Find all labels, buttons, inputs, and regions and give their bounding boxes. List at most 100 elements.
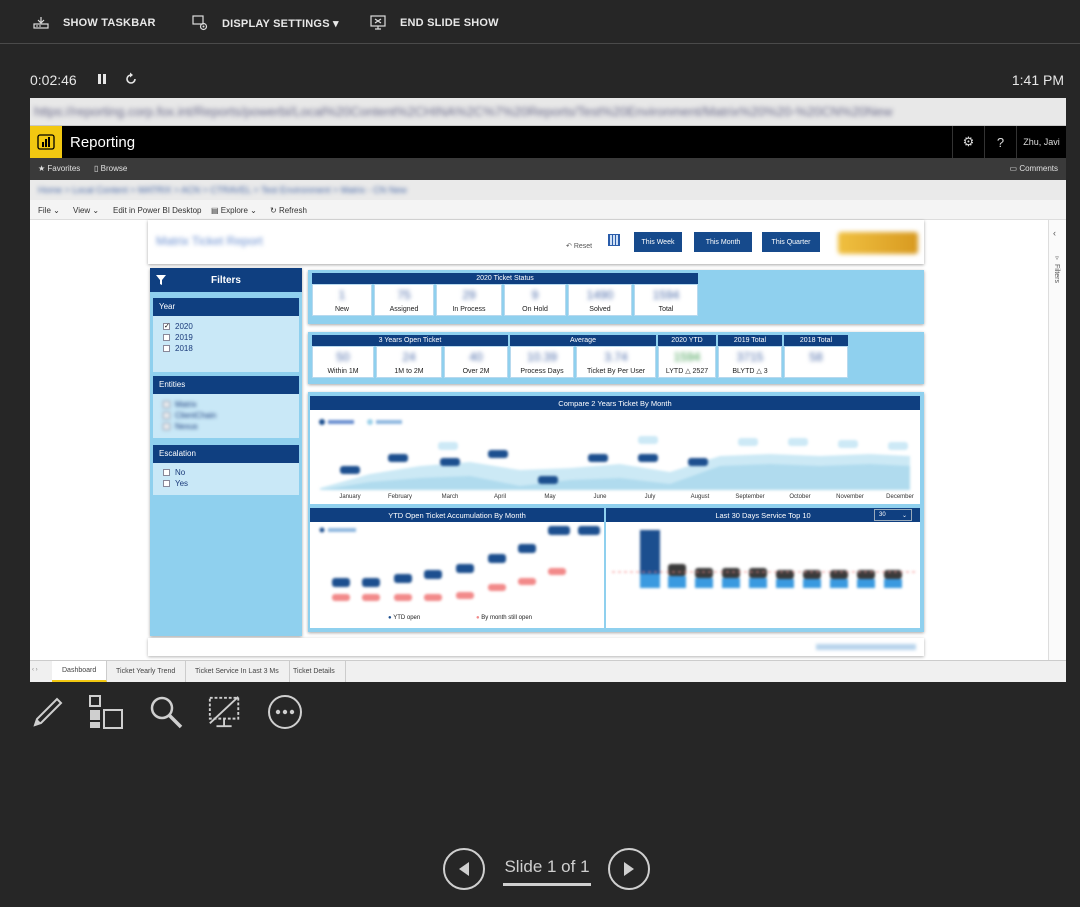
filters-panel: Filters Year ✓ 2020 2019 2018 Entities Ma… xyxy=(150,268,302,636)
elapsed-timer: 0:02:46 xyxy=(30,72,77,88)
year-option-2019[interactable]: 2019 xyxy=(163,333,193,342)
top10-chart xyxy=(606,522,920,628)
escalation-option-yes[interactable]: Yes xyxy=(163,479,188,488)
footer-logo xyxy=(816,644,916,650)
this-month-button[interactable]: This Month xyxy=(694,232,752,252)
kpi-card-process-days: 10.39 Process Days xyxy=(510,346,574,378)
pause-icon xyxy=(98,74,106,84)
black-screen-icon[interactable] xyxy=(207,694,243,730)
year-option-2020[interactable]: ✓ 2020 xyxy=(163,322,193,331)
report-title: Matrix Ticket Report xyxy=(156,234,263,248)
this-week-button[interactable]: This Week xyxy=(634,232,682,252)
comments-button[interactable]: ▭ Comments xyxy=(1010,164,1058,173)
ticket-status-title: 2020 Ticket Status xyxy=(312,273,698,284)
presenter-toolbar: SHOW TASKBAR DISPLAY SETTINGS ▾ END SLID… xyxy=(0,0,1080,44)
breadcrumb: Home > Local Content > MATRIX > ACN > CT… xyxy=(30,180,1066,200)
month-label: April xyxy=(493,494,507,500)
browse-link[interactable]: ▯ Browse xyxy=(94,164,127,173)
entity-option[interactable]: Matrix xyxy=(163,400,197,409)
year-option-2018[interactable]: 2018 xyxy=(163,344,193,353)
month-label: June xyxy=(593,494,607,500)
month-label: December xyxy=(886,494,914,500)
reset-button[interactable]: ↶ Reset xyxy=(566,242,592,250)
taskbar-icon xyxy=(33,17,49,29)
more-options-icon[interactable] xyxy=(267,694,303,730)
compare-chart-svg xyxy=(319,419,910,490)
entities-filter-list: Matrix ClientChain Nexus xyxy=(153,394,299,438)
report-header: Matrix Ticket Report ↶ Reset This Week T… xyxy=(148,220,924,264)
kpi-card-within-1m: 50 Within 1M xyxy=(312,346,374,378)
user-name[interactable]: Zhu, Javi xyxy=(1016,126,1066,158)
slide-counter[interactable]: Slide 1 of 1 xyxy=(503,857,591,886)
arrow-right-icon xyxy=(624,862,634,876)
entity-option[interactable]: ClientChain xyxy=(163,411,216,420)
browser-url-bar: https://reporting.corp.fox.int/Reports/p… xyxy=(30,98,1066,126)
edit-in-desktop-button[interactable]: Edit in Power BI Desktop xyxy=(113,206,201,215)
month-label: August xyxy=(690,494,710,500)
clock: 1:41 PM xyxy=(1011,72,1064,88)
month-label: January xyxy=(339,494,361,500)
funnel-icon xyxy=(156,275,166,285)
restart-timer-button[interactable] xyxy=(124,72,138,91)
calendar-icon[interactable] xyxy=(608,234,620,246)
kpi-card-2019-total: 3715 BLYTD △ 3 xyxy=(718,346,782,378)
escalation-option-no[interactable]: No xyxy=(163,468,185,477)
ytd-open-chart-svg xyxy=(319,526,600,601)
filters-pane-label: ▿ Filters xyxy=(1053,254,1060,284)
powerbi-logo-icon xyxy=(30,126,62,158)
pause-timer-button[interactable] xyxy=(97,72,107,91)
end-slide-show-label: END SLIDE SHOW xyxy=(400,17,499,29)
previous-slide-button[interactable] xyxy=(443,848,485,890)
compare-chart-title: Compare 2 Years Ticket By Month xyxy=(310,396,920,410)
chevron-down-icon: ⌄ xyxy=(901,513,907,519)
escalation-filter-list: No Yes xyxy=(153,463,299,495)
kpi-card-assigned: 75 Assigned xyxy=(374,284,434,316)
legend-still-open: ● By month still open xyxy=(476,615,532,621)
pen-icon[interactable] xyxy=(30,694,66,730)
month-label: October xyxy=(789,494,811,500)
settings-gear-icon[interactable]: ⚙ xyxy=(952,126,984,158)
tab-ticket-service[interactable]: Ticket Service In Last 3 Ms xyxy=(185,661,290,682)
file-menu[interactable]: File ⌄ xyxy=(38,206,60,215)
display-settings-button[interactable]: DISPLAY SETTINGS ▾ xyxy=(192,14,339,32)
show-taskbar-button[interactable]: SHOW TASKBAR xyxy=(33,14,156,32)
top10-chart-title: Last 30 Days Service Top 10 xyxy=(606,508,920,522)
year-filter-title: Year xyxy=(153,298,299,316)
help-icon[interactable]: ? xyxy=(984,126,1016,158)
tab-scroll-arrows[interactable]: ‹ › xyxy=(32,667,38,673)
kpi-card-1m-to-2m: 24 1M to 2M xyxy=(376,346,442,378)
tab-ticket-yearly-trend[interactable]: Ticket Yearly Trend xyxy=(106,661,187,682)
average-title: Average xyxy=(510,335,656,346)
this-quarter-button[interactable]: This Quarter xyxy=(762,232,820,252)
charts-panel: Compare 2 Years Ticket By Month January xyxy=(308,392,924,632)
legend-ytd-open: ● YTD open xyxy=(388,615,421,621)
pbi-header: Reporting ⚙ ? Zhu, Javi xyxy=(30,126,1066,158)
view-menu[interactable]: View ⌄ xyxy=(73,206,99,215)
current-slide: https://reporting.corp.fox.int/Reports/p… xyxy=(30,98,1066,682)
show-taskbar-label: SHOW TASKBAR xyxy=(63,17,156,29)
escalation-filter-title: Escalation xyxy=(153,445,299,463)
filters-pane-collapsed[interactable]: ‹ ▿ Filters xyxy=(1048,220,1066,660)
slide-sorter-icon[interactable] xyxy=(88,694,124,730)
month-label: September xyxy=(735,494,765,500)
days-dropdown[interactable]: 30 ⌄ xyxy=(874,509,912,521)
chevron-left-icon[interactable]: ‹ xyxy=(1053,228,1056,238)
total-2018-title: 2018 Total xyxy=(784,335,848,346)
zoom-icon[interactable] xyxy=(148,694,184,730)
top10-chart-svg xyxy=(612,530,916,588)
end-slide-show-button[interactable]: END SLIDE SHOW xyxy=(370,14,499,32)
compare-chart: January February March April May June Ju… xyxy=(310,410,920,504)
entities-filter-title: Entities xyxy=(153,376,299,394)
end-show-icon xyxy=(370,15,386,30)
tab-dashboard[interactable]: Dashboard xyxy=(52,661,108,682)
favorites-link[interactable]: ★ Favorites xyxy=(38,164,80,173)
company-logo xyxy=(838,232,918,254)
kpi-card-over-2m: 40 Over 2M xyxy=(444,346,508,378)
kpi-card-total: 1594 Total xyxy=(634,284,698,316)
refresh-button[interactable]: ↻ Refresh xyxy=(270,206,307,215)
next-slide-button[interactable] xyxy=(608,848,650,890)
tab-ticket-details[interactable]: Ticket Details xyxy=(283,661,346,682)
explore-menu[interactable]: ▤ Explore ⌄ xyxy=(211,206,257,215)
entity-option[interactable]: Nexus xyxy=(163,422,198,431)
open-ticket-panel: 3 Years Open Ticket 50 Within 1M 24 1M to … xyxy=(308,332,924,384)
